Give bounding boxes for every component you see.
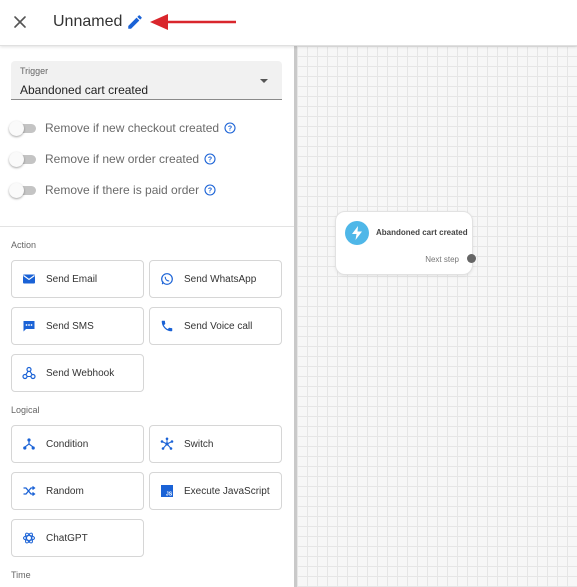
switch-card[interactable]: Switch: [149, 425, 282, 463]
section-label-logical: Logical: [11, 405, 40, 415]
send-voice-call-card[interactable]: Send Voice call: [149, 307, 282, 345]
svg-text:?: ?: [208, 188, 212, 195]
section-label-time: Time: [11, 570, 31, 580]
close-icon: [14, 16, 26, 28]
help-icon[interactable]: ?: [204, 153, 216, 165]
next-step-port[interactable]: [467, 254, 476, 263]
card-label: Random: [46, 485, 84, 497]
random-card[interactable]: Random: [11, 472, 144, 510]
webhook-icon: [22, 366, 36, 380]
condition-card[interactable]: Condition: [11, 425, 144, 463]
whatsapp-icon: [160, 272, 174, 286]
top-bar: Unnamed: [0, 0, 577, 46]
node-title: Abandoned cart created: [376, 228, 468, 237]
annotation-arrow: [150, 14, 236, 30]
section-label-action: Action: [11, 240, 37, 250]
toggle-label: Remove if there is paid order: [45, 183, 200, 197]
chatgpt-card[interactable]: ChatGPT: [11, 519, 144, 557]
card-label: Execute JavaScript: [184, 485, 270, 497]
card-label: Send Voice call: [184, 320, 253, 332]
card-label: Switch: [184, 438, 214, 450]
sidebar-panel: Trigger Abandoned cart created Remove if…: [0, 46, 294, 587]
send-email-card[interactable]: Send Email: [11, 260, 144, 298]
card-label: Send Webhook: [46, 367, 115, 379]
javascript-icon: JS: [160, 484, 174, 498]
toggle-label: Remove if new checkout created: [45, 121, 220, 135]
trigger-label: Trigger: [20, 66, 49, 76]
card-label: Send Email: [46, 273, 98, 285]
card-label: ChatGPT: [46, 532, 88, 544]
send-webhook-card[interactable]: Send Webhook: [11, 354, 144, 392]
caret-down-icon: [260, 79, 268, 83]
workflow-canvas[interactable]: Abandoned cart created Next step: [297, 46, 577, 587]
card-label: Send WhatsApp: [184, 273, 257, 285]
phone-icon: [160, 319, 174, 333]
workflow-title: Unnamed: [53, 13, 123, 30]
card-label: Send SMS: [46, 320, 94, 332]
help-icon[interactable]: ?: [204, 184, 216, 196]
execute-javascript-card[interactable]: JS Execute JavaScript: [149, 472, 282, 510]
toggle-switch[interactable]: [9, 121, 37, 136]
edit-title-button[interactable]: [126, 13, 144, 31]
svg-text:JS: JS: [166, 492, 173, 498]
svg-text:?: ?: [208, 157, 212, 164]
svg-text:?: ?: [228, 126, 232, 133]
email-icon: [22, 272, 36, 286]
node-next-label: Next step: [425, 255, 459, 264]
send-sms-card[interactable]: Send SMS: [11, 307, 144, 345]
shuffle-icon: [22, 484, 36, 498]
toggle-label: Remove if new order created: [45, 152, 200, 166]
sms-icon: [22, 319, 36, 333]
toggle-switch[interactable]: [9, 152, 37, 167]
condition-icon: [22, 437, 36, 451]
pencil-icon: [128, 15, 142, 29]
toggle-row-paid-order[interactable]: Remove if there is paid order ?: [9, 181, 216, 199]
close-button[interactable]: [10, 12, 30, 32]
trigger-value: Abandoned cart created: [20, 83, 149, 97]
send-whatsapp-card[interactable]: Send WhatsApp: [149, 260, 282, 298]
lightning-icon: [345, 221, 369, 245]
trigger-node[interactable]: Abandoned cart created Next step: [335, 211, 476, 275]
section-divider: [0, 226, 294, 227]
help-icon[interactable]: ?: [224, 122, 236, 134]
trigger-select[interactable]: Trigger Abandoned cart created: [11, 61, 282, 100]
toggle-row-new-order[interactable]: Remove if new order created ?: [9, 150, 216, 168]
switch-icon: [160, 437, 174, 451]
chatgpt-icon: [22, 531, 36, 545]
toggle-switch[interactable]: [9, 183, 37, 198]
card-label: Condition: [46, 438, 89, 450]
toggle-row-new-checkout[interactable]: Remove if new checkout created ?: [9, 119, 236, 137]
